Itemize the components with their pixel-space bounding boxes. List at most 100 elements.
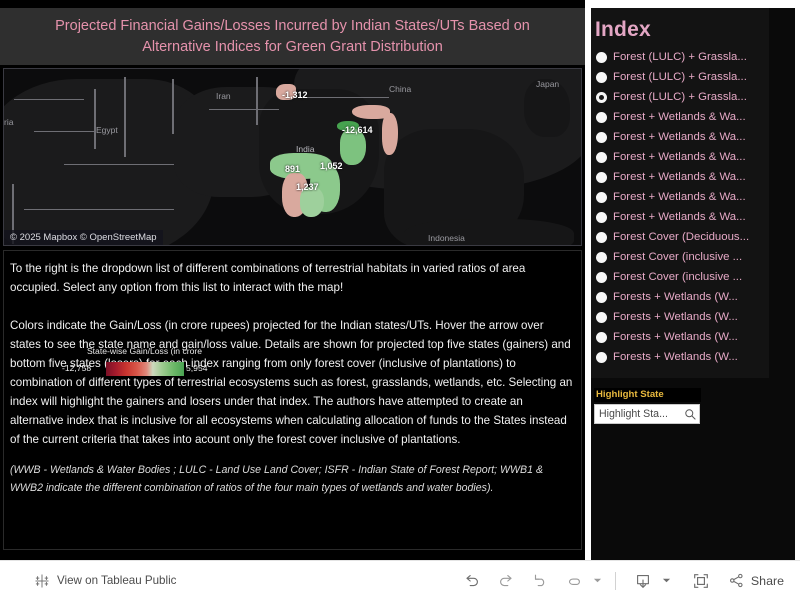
description-panel: To the right is the dropdown list of dif… xyxy=(3,250,582,550)
border-line xyxy=(34,131,94,132)
border-line xyxy=(124,77,126,157)
map-label-india: India xyxy=(296,144,315,154)
radio-unselected-icon[interactable] xyxy=(596,231,607,243)
share-label: Share xyxy=(750,573,784,588)
index-radio-item[interactable]: Forest + Wetlands & Wa... xyxy=(591,107,769,127)
radio-unselected-icon[interactable] xyxy=(596,291,607,303)
fullscreen-button[interactable] xyxy=(684,566,718,596)
redo-button[interactable] xyxy=(489,566,523,596)
map-label-egypt: Egypt xyxy=(96,125,118,135)
highlight-state-label: Highlight State xyxy=(596,389,664,400)
index-radio-item[interactable]: Forest (LULC) + Grassla... xyxy=(591,87,769,107)
tableau-logo-icon xyxy=(34,573,50,589)
index-radio-label: Forest Cover (inclusive ... xyxy=(613,251,743,263)
index-radio-item[interactable]: Forest + Wetlands & Wa... xyxy=(591,187,769,207)
index-radio-item[interactable]: Forest Cover (inclusive ... xyxy=(591,247,769,267)
share-icon xyxy=(728,572,745,589)
viz-right-column: Index Forest (LULC) + Grassla... Forest (… xyxy=(591,8,795,560)
index-radio-label: Forest (LULC) + Grassla... xyxy=(613,71,747,83)
radio-unselected-icon[interactable] xyxy=(596,351,607,363)
radio-unselected-icon[interactable] xyxy=(596,271,607,283)
radio-unselected-icon[interactable] xyxy=(596,251,607,263)
border-line xyxy=(24,209,174,210)
radio-unselected-icon[interactable] xyxy=(596,131,607,143)
description-abbreviation-note: (WWB - Wetlands & Water Bodies ; LULC - … xyxy=(10,464,544,494)
search-icon[interactable] xyxy=(681,405,699,423)
radio-unselected-icon[interactable] xyxy=(596,191,607,203)
index-radio-label: Forest Cover (Deciduous... xyxy=(613,231,750,243)
download-button[interactable] xyxy=(626,566,660,596)
choropleth-map[interactable]: ria Egypt Iran China Japan India Indones… xyxy=(3,68,582,246)
index-radio-list[interactable]: Forest (LULC) + Grassla... Forest (LULC) … xyxy=(591,47,769,367)
bottom-toolbar: View on Tableau Public Share xyxy=(0,560,800,600)
border-line xyxy=(172,79,174,134)
index-radio-item[interactable]: Forest Cover (inclusive ... xyxy=(591,267,769,287)
index-radio-label: Forest + Wetlands & Wa... xyxy=(613,191,746,203)
map-label-iran: Iran xyxy=(216,91,231,101)
search-input[interactable] xyxy=(595,408,681,420)
index-radio-label: Forests + Wetlands (W... xyxy=(613,351,738,363)
index-panel-title: Index xyxy=(595,18,651,41)
index-radio-item[interactable]: Forest + Wetlands & Wa... xyxy=(591,207,769,227)
revert-button[interactable] xyxy=(523,566,557,596)
border-line xyxy=(209,109,279,110)
radio-unselected-icon[interactable] xyxy=(596,71,607,83)
refresh-button[interactable] xyxy=(557,566,591,596)
view-on-tableau-public-link[interactable]: View on Tableau Public xyxy=(34,573,176,589)
dashboard-title-bar: Projected Financial Gains/Losses Incurre… xyxy=(0,8,585,65)
index-radio-item[interactable]: Forest (LULC) + Grassla... xyxy=(591,47,769,67)
map-label-japan: Japan xyxy=(536,79,560,89)
state-shape-loser[interactable] xyxy=(382,113,398,155)
index-radio-item[interactable]: Forests + Wetlands (W... xyxy=(591,287,769,307)
viz-left-column: Projected Financial Gains/Losses Incurre… xyxy=(0,0,585,560)
share-button[interactable]: Share xyxy=(728,572,784,589)
map-attribution[interactable]: © 2025 Mapbox © OpenStreetMap xyxy=(4,230,163,245)
index-radio-item[interactable]: Forests + Wetlands (W... xyxy=(591,327,769,347)
radio-unselected-icon[interactable] xyxy=(596,211,607,223)
radio-unselected-icon[interactable] xyxy=(596,151,607,163)
index-radio-item[interactable]: Forest + Wetlands & Wa... xyxy=(591,147,769,167)
download-dropdown-caret[interactable] xyxy=(660,566,674,596)
highlight-state-search[interactable] xyxy=(594,404,700,424)
index-radio-item[interactable]: Forest (LULC) + Grassla... xyxy=(591,67,769,87)
highlight-state-label-box: Highlight State xyxy=(594,388,701,402)
radio-unselected-icon[interactable] xyxy=(596,311,607,323)
index-radio-item[interactable]: Forests + Wetlands (W... xyxy=(591,307,769,327)
index-radio-item[interactable]: Forest + Wetlands & Wa... xyxy=(591,127,769,147)
radio-unselected-icon[interactable] xyxy=(596,331,607,343)
index-radio-label: Forest (LULC) + Grassla... xyxy=(613,91,747,103)
undo-button[interactable] xyxy=(455,566,489,596)
radio-unselected-icon[interactable] xyxy=(596,51,607,63)
index-radio-label: Forests + Wetlands (W... xyxy=(613,311,738,323)
map-value-label: 891 xyxy=(285,164,301,174)
radio-selected-icon[interactable] xyxy=(596,91,607,103)
map-value-label: 1,052 xyxy=(320,161,343,171)
description-paragraph-1: To the right is the dropdown list of dif… xyxy=(10,262,526,294)
index-radio-label: Forest + Wetlands & Wa... xyxy=(613,111,746,123)
index-radio-item[interactable]: Forests + Wetlands (W... xyxy=(591,347,769,367)
map-label-ria: ria xyxy=(4,117,14,127)
toolbar-divider xyxy=(614,571,616,590)
index-radio-label: Forest + Wetlands & Wa... xyxy=(613,211,746,223)
map-value-label: -1,312 xyxy=(282,90,308,100)
description-paragraph-2: Colors indicate the Gain/Loss (in crore … xyxy=(10,319,573,446)
border-line xyxy=(304,97,389,98)
map-label-indonesia: Indonesia xyxy=(428,233,465,243)
map-label-china: China xyxy=(389,84,412,94)
refresh-dropdown-caret[interactable] xyxy=(591,566,605,596)
radio-unselected-icon[interactable] xyxy=(596,111,607,123)
index-radio-item[interactable]: Forest Cover (Deciduous... xyxy=(591,227,769,247)
index-radio-label: Forests + Wetlands (W... xyxy=(613,331,738,343)
index-radio-label: Forests + Wetlands (W... xyxy=(613,291,738,303)
index-radio-label: Forest + Wetlands & Wa... xyxy=(613,151,746,163)
radio-unselected-icon[interactable] xyxy=(596,171,607,183)
index-filter-panel: Index Forest (LULC) + Grassla... Forest (… xyxy=(591,8,769,378)
index-radio-label: Forest + Wetlands & Wa... xyxy=(613,171,746,183)
index-radio-label: Forest (LULC) + Grassla... xyxy=(613,51,747,63)
index-radio-item[interactable]: Forest + Wetlands & Wa... xyxy=(591,167,769,187)
border-line xyxy=(14,99,84,100)
border-line xyxy=(256,77,258,125)
index-radio-label: Forest Cover (inclusive ... xyxy=(613,271,743,283)
view-on-tableau-public-label: View on Tableau Public xyxy=(57,574,177,587)
